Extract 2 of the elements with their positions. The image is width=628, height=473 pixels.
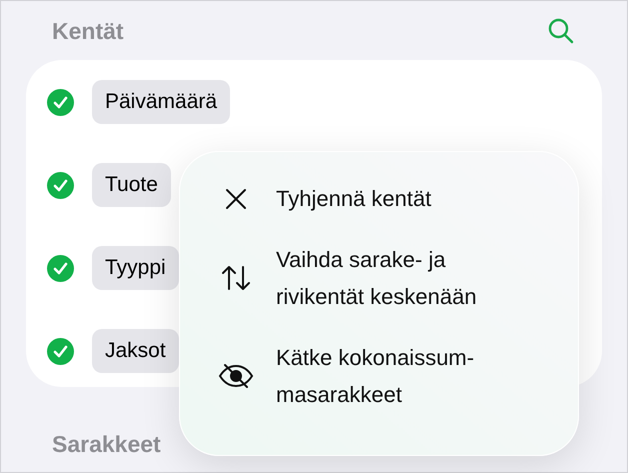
section-title: Sarakkeet	[52, 431, 161, 457]
section-title: Kentät	[52, 16, 124, 46]
